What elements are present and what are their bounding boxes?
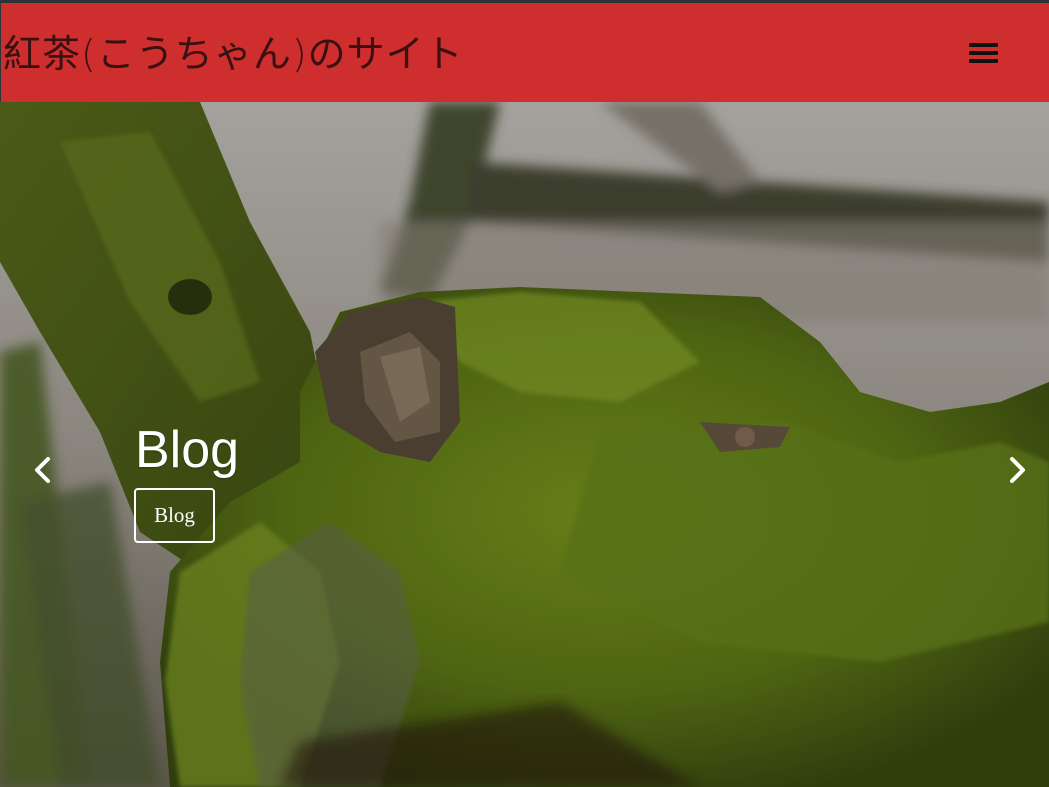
- site-title[interactable]: 紅茶(こうちゃん)のサイト: [3, 31, 464, 77]
- hamburger-menu-icon[interactable]: [963, 37, 1005, 71]
- page: 紅茶(こうちゃん)のサイト Blog Blog: [0, 0, 1049, 787]
- chevron-right-icon[interactable]: [998, 452, 1034, 488]
- site-header: 紅茶(こうちゃん)のサイト: [0, 3, 1049, 102]
- chevron-left-icon[interactable]: [26, 452, 62, 488]
- slide-title: Blog: [135, 421, 240, 479]
- hero-carousel: Blog Blog: [0, 102, 1049, 787]
- slide-cta-button[interactable]: Blog: [134, 488, 215, 543]
